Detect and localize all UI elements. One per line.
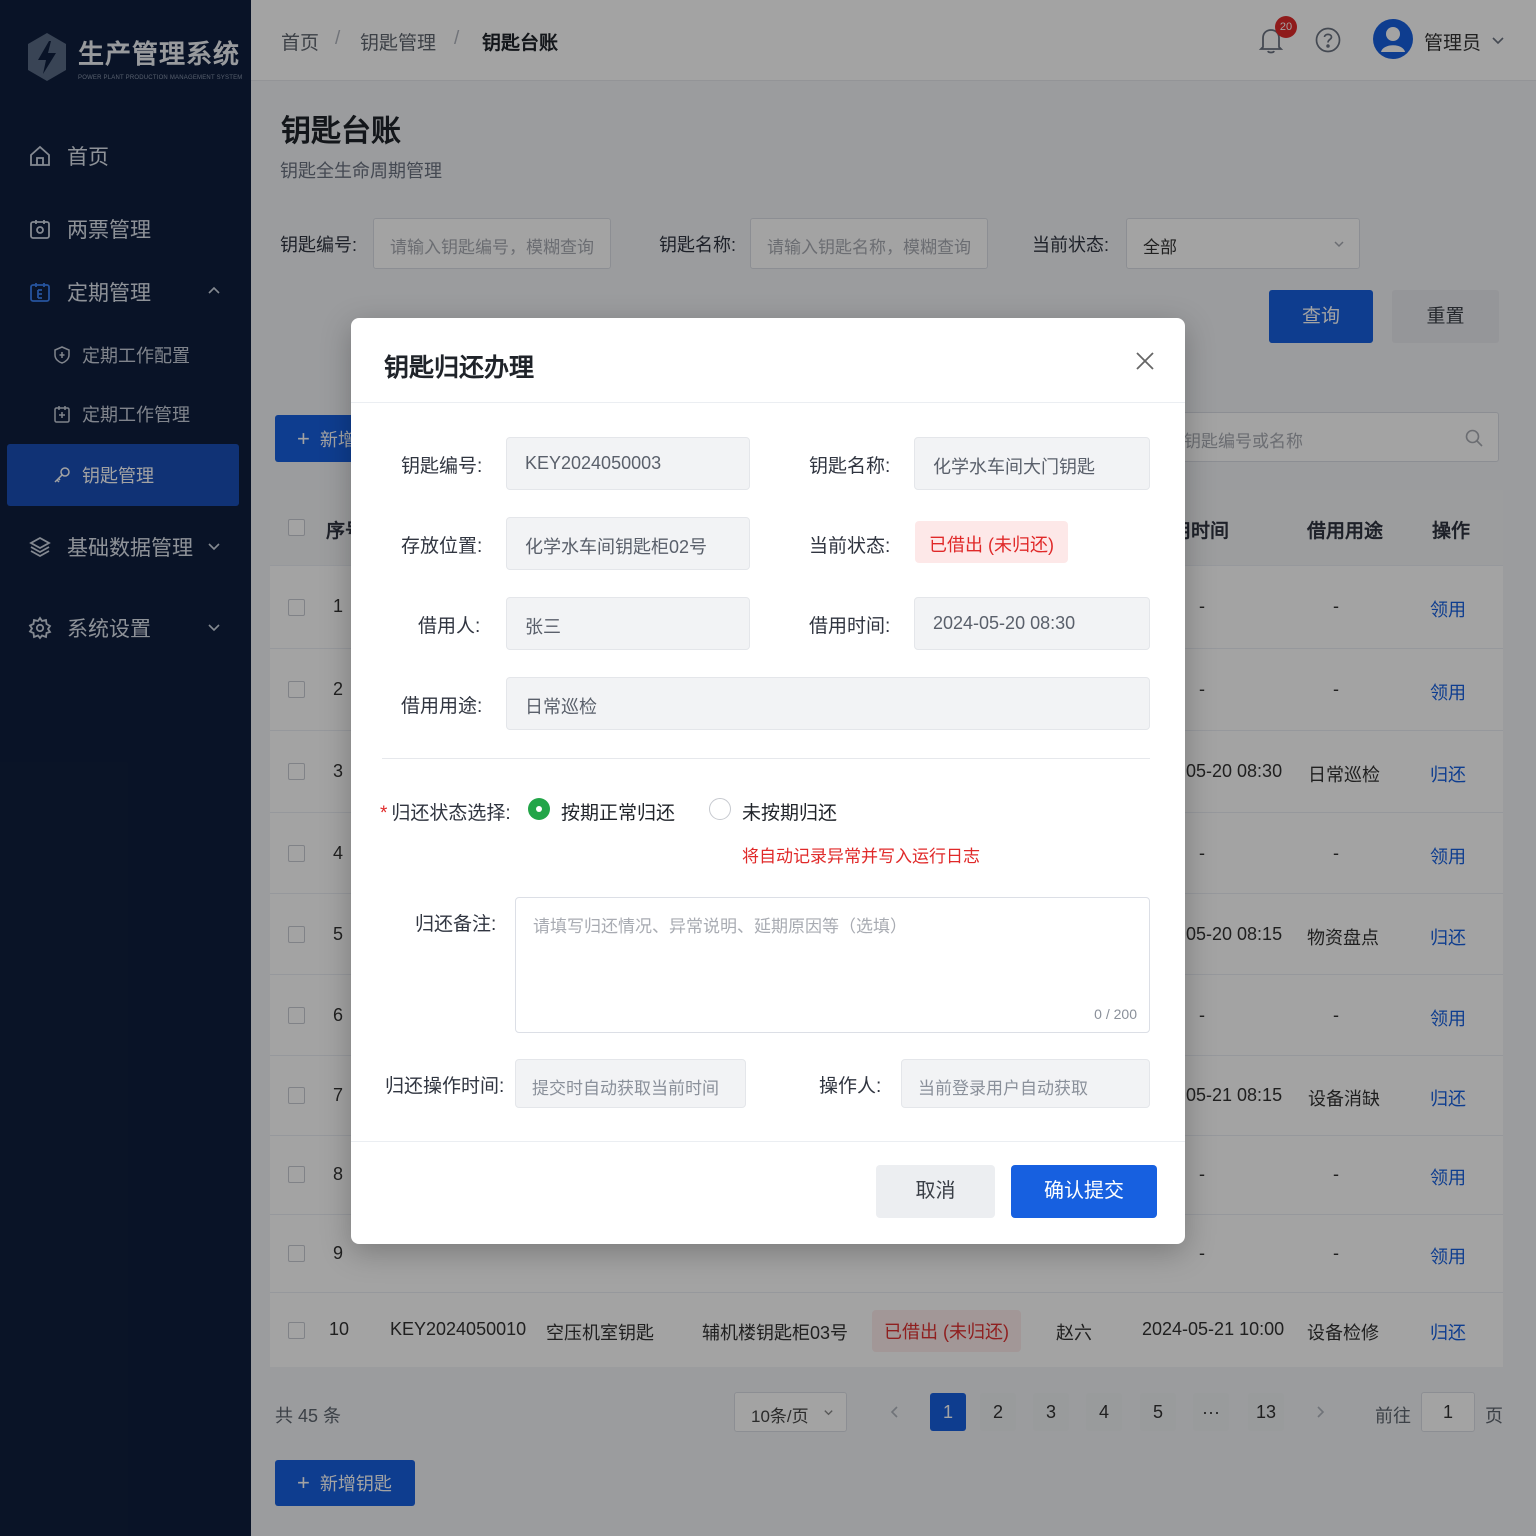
return-status-label: * 归还状态选择: bbox=[380, 798, 511, 825]
purpose-field: 日常巡检 bbox=[506, 677, 1150, 730]
op-time-field: 提交时自动获取当前时间 bbox=[515, 1059, 746, 1108]
remark-placeholder: 请填写归还情况、异常说明、延期原因等（选填） bbox=[533, 917, 907, 936]
radio-normal-return-label[interactable]: 按期正常归还 bbox=[561, 798, 675, 825]
remark-textarea[interactable]: 请填写归还情况、异常说明、延期原因等（选填） 0 / 200 bbox=[515, 897, 1150, 1033]
purpose-label: 借用用途: bbox=[401, 696, 483, 717]
borrow-time-field: 2024-05-20 08:30 bbox=[914, 597, 1150, 650]
borrower-field: 张三 bbox=[506, 597, 750, 650]
dialog-header-divider bbox=[351, 402, 1185, 403]
status-label: 当前状态: bbox=[809, 536, 891, 557]
submit-button[interactable]: 确认提交 bbox=[1011, 1165, 1157, 1218]
remark-char-count: 0 / 200 bbox=[1094, 1006, 1137, 1022]
radio-normal-return[interactable] bbox=[528, 798, 550, 820]
dialog-footer-divider bbox=[351, 1141, 1185, 1142]
section-divider bbox=[382, 758, 1150, 759]
dialog-title: 钥匙归还办理 bbox=[384, 354, 535, 382]
close-icon[interactable] bbox=[1134, 350, 1156, 372]
key-name-field: 化学水车间大门钥匙 bbox=[914, 437, 1150, 490]
return-status-label-text: 归还状态选择: bbox=[391, 803, 511, 824]
key-return-dialog: 钥匙归还办理 钥匙编号: KEY2024050003 钥匙名称: 化学水车间大门… bbox=[351, 318, 1185, 1244]
key-name-label: 钥匙名称: bbox=[809, 456, 891, 477]
radio-overdue-return[interactable] bbox=[709, 798, 731, 820]
operator-label: 操作人: bbox=[819, 1076, 882, 1097]
location-field: 化学水车间钥匙柜02号 bbox=[506, 517, 750, 570]
overdue-hint: 将自动记录异常并写入运行日志 bbox=[742, 847, 980, 866]
op-time-label: 归还操作时间: bbox=[385, 1076, 505, 1097]
status-badge: 已借出 (未归还) bbox=[915, 521, 1068, 563]
radio-overdue-return-label[interactable]: 未按期归还 bbox=[742, 798, 837, 825]
cancel-button[interactable]: 取消 bbox=[876, 1165, 995, 1218]
key-no-field: KEY2024050003 bbox=[506, 437, 750, 490]
operator-field: 当前登录用户自动获取 bbox=[901, 1059, 1150, 1108]
required-mark: * bbox=[380, 803, 388, 824]
remark-label: 归还备注: bbox=[415, 914, 497, 935]
borrow-time-label: 借用时间: bbox=[809, 616, 891, 637]
key-no-label: 钥匙编号: bbox=[401, 456, 483, 477]
borrower-label: 借用人: bbox=[418, 616, 481, 637]
location-label: 存放位置: bbox=[401, 536, 483, 557]
